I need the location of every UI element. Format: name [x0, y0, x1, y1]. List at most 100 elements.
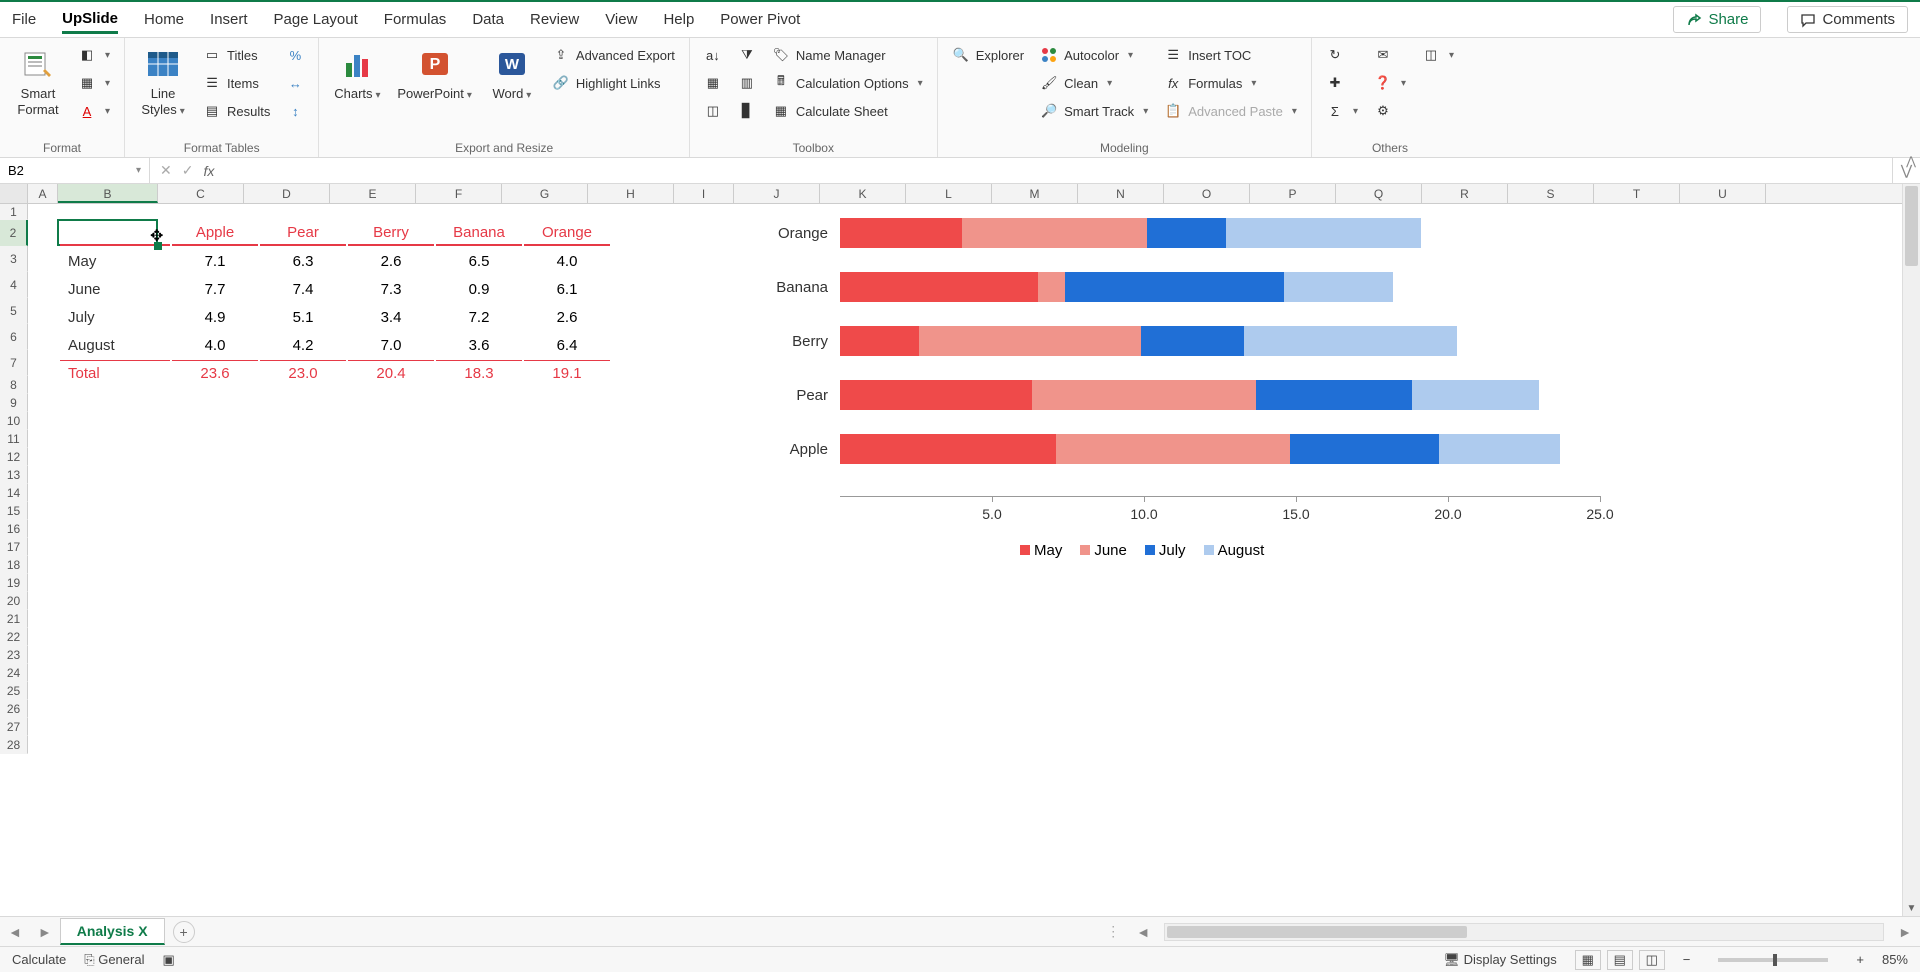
- row-header[interactable]: 4: [0, 272, 28, 298]
- percent-button[interactable]: %: [282, 42, 308, 68]
- select-all-corner[interactable]: [0, 184, 28, 203]
- collapse-ribbon-button[interactable]: ⋀: [1906, 154, 1916, 168]
- height-button[interactable]: ↕: [282, 98, 308, 124]
- row-header[interactable]: 11: [0, 430, 28, 448]
- row-header[interactable]: 16: [0, 520, 28, 538]
- items-button[interactable]: ☰Items: [199, 70, 274, 96]
- smart-track-button[interactable]: 🔎Smart Track: [1036, 98, 1152, 124]
- share-button[interactable]: Share: [1673, 6, 1761, 33]
- view-pagebreak-button[interactable]: ◫: [1639, 950, 1665, 970]
- row-header[interactable]: 17: [0, 538, 28, 556]
- word-button[interactable]: WWord: [484, 42, 540, 106]
- results-button[interactable]: ▤Results: [199, 98, 274, 124]
- width-button[interactable]: ↔: [282, 70, 308, 96]
- tab-insert[interactable]: Insert: [210, 7, 248, 32]
- tab-data[interactable]: Data: [472, 7, 504, 32]
- hscroll-left[interactable]: ◄: [1128, 924, 1158, 940]
- row-header[interactable]: 5: [0, 298, 28, 324]
- other-b1[interactable]: ✉: [1370, 42, 1410, 68]
- tab-upslide[interactable]: UpSlide: [62, 6, 118, 34]
- zoom-slider[interactable]: [1718, 958, 1828, 962]
- border-button[interactable]: ▦: [74, 70, 114, 96]
- add-sheet-button[interactable]: +: [173, 921, 195, 943]
- highlight-links-button[interactable]: 🔗Highlight Links: [548, 70, 679, 96]
- row-header[interactable]: 22: [0, 628, 28, 646]
- titles-button[interactable]: ▭Titles: [199, 42, 274, 68]
- name-box[interactable]: B2▾: [0, 158, 150, 183]
- view-pagelayout-button[interactable]: ▤: [1607, 950, 1633, 970]
- sheet-nav-next[interactable]: ►: [30, 924, 60, 940]
- row-header[interactable]: 25: [0, 682, 28, 700]
- scroll-thumb[interactable]: [1905, 186, 1918, 266]
- hscroll-right[interactable]: ►: [1890, 924, 1920, 940]
- sheet-nav-prev[interactable]: ◄: [0, 924, 30, 940]
- other-b3[interactable]: ⚙: [1370, 98, 1410, 124]
- row-header[interactable]: 14: [0, 484, 28, 502]
- font-color-button[interactable]: A: [74, 98, 114, 124]
- tb-a3[interactable]: ◫: [700, 98, 726, 124]
- tb-a2[interactable]: ▦: [700, 70, 726, 96]
- zoom-out-button[interactable]: −: [1683, 952, 1691, 967]
- clean-button[interactable]: 🖌Clean: [1036, 70, 1152, 96]
- autocolor-button[interactable]: Autocolor: [1036, 42, 1152, 68]
- cancel-icon[interactable]: ✕: [160, 162, 172, 179]
- smart-format-button[interactable]: Smart Format: [10, 42, 66, 121]
- status-macro[interactable]: ▣: [162, 952, 174, 968]
- calc-sheet-button[interactable]: ▦Calculate Sheet: [768, 98, 927, 124]
- row-header[interactable]: 10: [0, 412, 28, 430]
- tab-view[interactable]: View: [605, 7, 637, 32]
- comments-button[interactable]: Comments: [1787, 6, 1908, 33]
- status-general[interactable]: ⎘ General: [84, 952, 144, 968]
- formula-input[interactable]: [224, 169, 1892, 173]
- row-header[interactable]: 2: [0, 220, 28, 246]
- line-styles-button[interactable]: Line Styles: [135, 42, 191, 122]
- tab-formulas[interactable]: Formulas: [384, 7, 447, 32]
- name-manager-button[interactable]: 🏷Name Manager: [768, 42, 927, 68]
- row-header[interactable]: 28: [0, 736, 28, 754]
- row-header[interactable]: 27: [0, 718, 28, 736]
- tb-b2[interactable]: ▥: [734, 70, 760, 96]
- zoom-level[interactable]: 85%: [1882, 952, 1908, 967]
- status-calculate[interactable]: Calculate: [12, 952, 66, 967]
- other-a2[interactable]: ✚: [1322, 70, 1362, 96]
- tb-a1[interactable]: a↓: [700, 42, 726, 68]
- row-header[interactable]: 12: [0, 448, 28, 466]
- enter-icon[interactable]: ✓: [182, 162, 194, 179]
- row-header[interactable]: 7: [0, 350, 28, 376]
- powerpoint-button[interactable]: PPowerPoint: [393, 42, 476, 106]
- scroll-down-icon[interactable]: ▼: [1903, 903, 1920, 914]
- calc-options-button[interactable]: 🖩Calculation Options: [768, 70, 927, 96]
- fill-color-button[interactable]: ◧: [74, 42, 114, 68]
- tab-pagelayout[interactable]: Page Layout: [274, 7, 358, 32]
- tab-home[interactable]: Home: [144, 7, 184, 32]
- other-b2[interactable]: ❓: [1370, 70, 1410, 96]
- row-header[interactable]: 3: [0, 246, 28, 272]
- advanced-export-button[interactable]: ⇪Advanced Export: [548, 42, 679, 68]
- row-header[interactable]: 26: [0, 700, 28, 718]
- other-c1[interactable]: ◫: [1418, 42, 1458, 68]
- row-header[interactable]: 20: [0, 592, 28, 610]
- view-normal-button[interactable]: ▦: [1575, 950, 1601, 970]
- row-header[interactable]: 19: [0, 574, 28, 592]
- charts-button[interactable]: Charts: [329, 42, 385, 106]
- row-header[interactable]: 23: [0, 646, 28, 664]
- other-a3[interactable]: Σ: [1322, 98, 1362, 124]
- insert-toc-button[interactable]: ☰Insert TOC: [1160, 42, 1301, 68]
- row-header[interactable]: 6: [0, 324, 28, 350]
- tab-file[interactable]: File: [12, 7, 36, 32]
- horizontal-scrollbar[interactable]: [1164, 923, 1884, 941]
- display-settings-button[interactable]: 🖥 Display Settings: [1443, 952, 1556, 968]
- row-header[interactable]: 1: [0, 204, 28, 220]
- tab-review[interactable]: Review: [530, 7, 579, 32]
- row-header[interactable]: 15: [0, 502, 28, 520]
- row-header[interactable]: 21: [0, 610, 28, 628]
- row-header[interactable]: 18: [0, 556, 28, 574]
- vertical-scrollbar[interactable]: ▲ ▼: [1902, 184, 1920, 916]
- row-header[interactable]: 8: [0, 376, 28, 394]
- tab-powerpivot[interactable]: Power Pivot: [720, 7, 800, 32]
- tb-b3[interactable]: ▊: [734, 98, 760, 124]
- fx-button[interactable]: fx: [203, 163, 214, 179]
- explorer-button[interactable]: 🔍Explorer: [948, 42, 1028, 68]
- row-header[interactable]: 13: [0, 466, 28, 484]
- spreadsheet-grid[interactable]: ABCDEFGHIJKLMNOPQRSTU 123456789101112131…: [0, 184, 1902, 916]
